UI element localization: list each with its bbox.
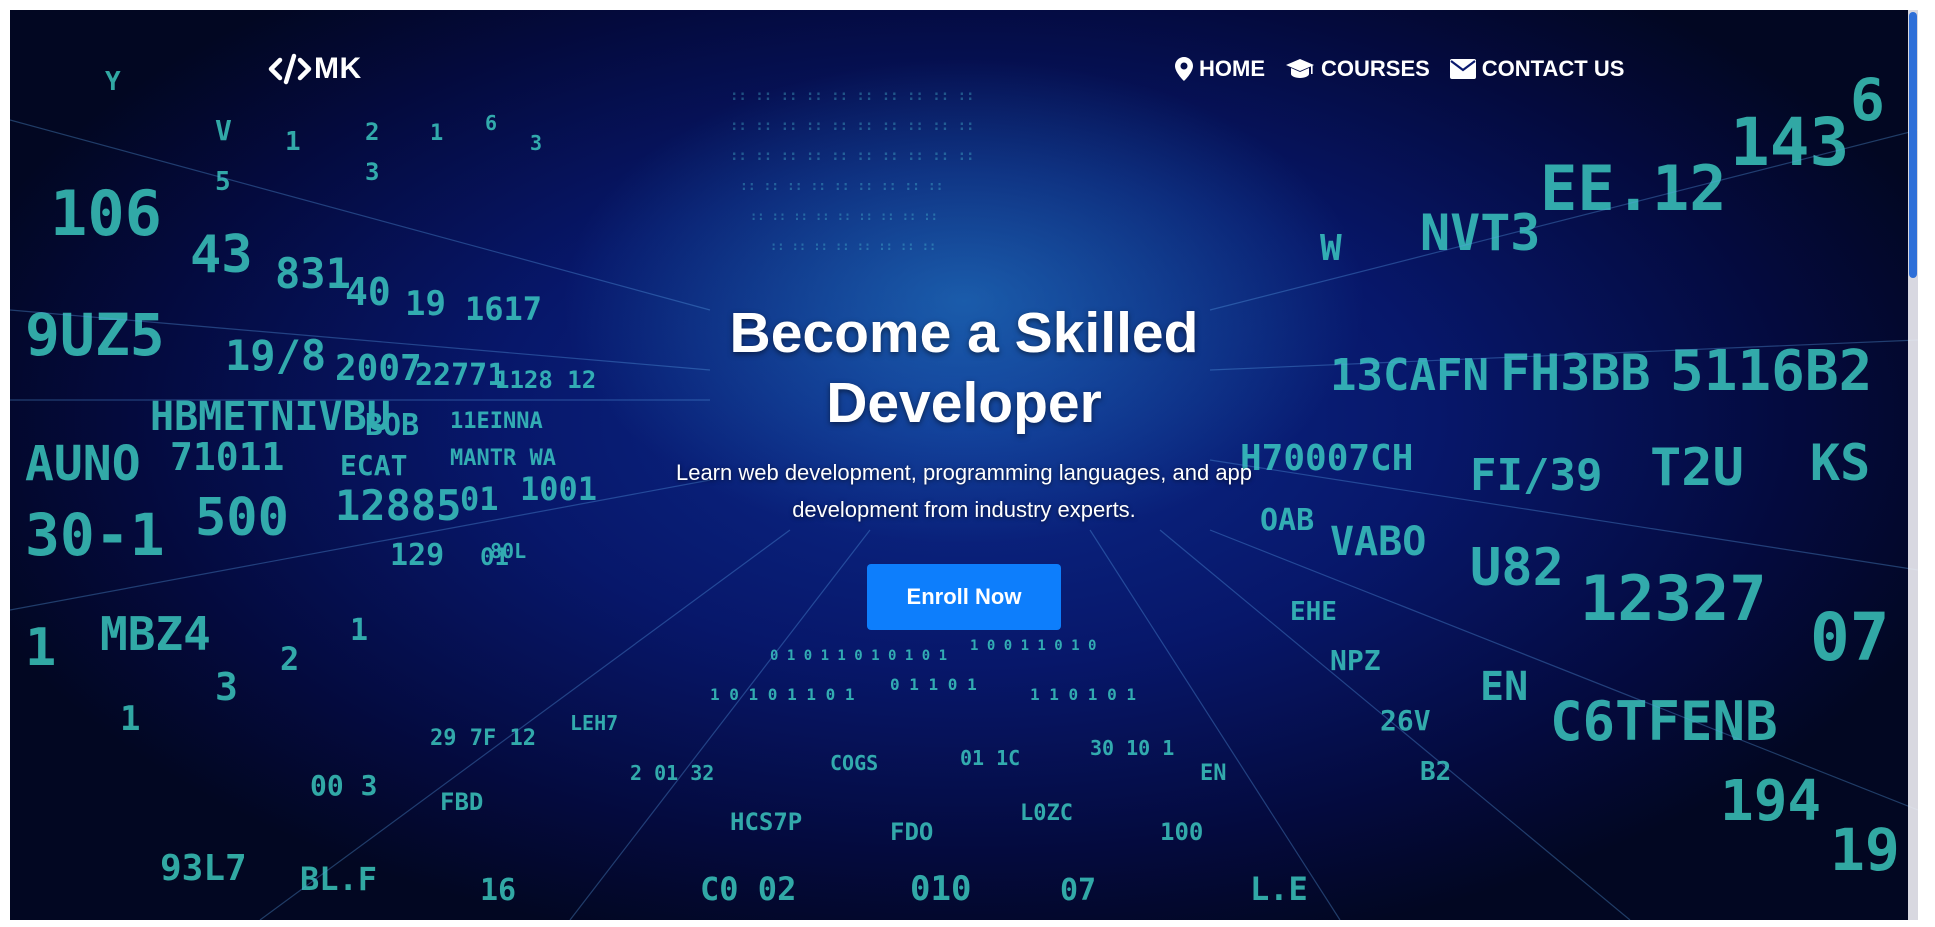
svg-text:43: 43	[190, 225, 253, 285]
svg-text:EN: EN	[1200, 761, 1227, 786]
graduation-cap-icon	[1286, 59, 1314, 78]
svg-text:100: 100	[1160, 818, 1203, 846]
svg-text:194: 194	[1720, 769, 1821, 834]
svg-text:C0 02: C0 02	[700, 870, 796, 908]
brand-name: MK	[314, 52, 362, 85]
svg-text:B2: B2	[1420, 757, 1451, 787]
brand-logo[interactable]: MK	[268, 52, 362, 86]
nav-item-label: COURSES	[1321, 56, 1430, 81]
svg-text::: :: :: :: :: :: :: ::: :: :: :: :: :: :: :: ::	[770, 239, 936, 253]
svg-text:5: 5	[215, 167, 231, 197]
svg-text:831: 831	[275, 249, 351, 298]
svg-text:2: 2	[365, 118, 379, 146]
svg-text:COGS: COGS	[830, 751, 878, 775]
svg-text::: :: :: :: :: :: :: :: ::: :: :: :: :: :: :: :: :: ::	[750, 209, 938, 223]
svg-text:29 7F 12: 29 7F 12	[430, 726, 536, 751]
svg-text:FDO: FDO	[890, 818, 933, 846]
svg-text:143: 143	[1730, 104, 1849, 181]
svg-text:EE.12: EE.12	[1540, 152, 1727, 225]
svg-text:1: 1	[430, 121, 443, 146]
nav-item-label: HOME	[1199, 56, 1265, 81]
svg-text::: :: :: :: :: :: :: :: :: ::: :: :: :: :: :: :: :: :: :: ::	[730, 118, 974, 134]
nav-menu: HOME COURSES CONTACT US	[1175, 56, 1624, 82]
svg-text:1 1 0 1 0 1: 1 1 0 1 0 1	[1030, 685, 1136, 704]
svg-text:2: 2	[280, 640, 299, 678]
svg-text:C6TFENB: C6TFENB	[1550, 690, 1778, 753]
svg-text:LEH7: LEH7	[570, 711, 618, 735]
svg-text:26V: 26V	[1380, 704, 1431, 737]
svg-text:00 3: 00 3	[310, 769, 377, 802]
svg-text:1 0 0 1 1 0 1 0: 1 0 0 1 1 0 1 0	[970, 638, 1096, 654]
svg-text:NPZ: NPZ	[1330, 644, 1381, 677]
hero-subtitle: Learn web development, programming langu…	[675, 460, 1253, 522]
svg-text::: :: :: :: :: :: :: :: :: ::: :: :: :: :: :: :: :: :: :: ::	[730, 148, 974, 164]
svg-text:3: 3	[365, 158, 379, 186]
svg-text:2 01 32: 2 01 32	[630, 761, 714, 785]
svg-text:W: W	[1320, 228, 1342, 269]
svg-text:0 1 1 0 1: 0 1 1 0 1	[890, 675, 977, 694]
svg-text:0 1 0 1 1 0 1 0 1 0 1: 0 1 0 1 1 0 1 0 1 0 1	[770, 648, 947, 664]
svg-text:6: 6	[485, 111, 497, 135]
svg-text:L.E: L.E	[1250, 870, 1308, 908]
svg-text:V: V	[215, 114, 232, 147]
svg-text:NVT3: NVT3	[1420, 204, 1540, 262]
svg-text:FBD: FBD	[440, 788, 483, 816]
svg-text:16: 16	[480, 873, 516, 908]
svg-text::: :: :: :: :: :: :: :: ::: :: :: :: :: :: :: :: :: ::	[740, 179, 944, 194]
enroll-now-button[interactable]: Enroll Now	[867, 564, 1061, 630]
svg-text:HCS7P: HCS7P	[730, 808, 802, 836]
svg-text:07: 07	[1060, 873, 1096, 908]
nav-item-home[interactable]: HOME	[1175, 56, 1265, 82]
svg-text:01 1C: 01 1C	[960, 746, 1020, 770]
nav-item-contact[interactable]: CONTACT US	[1449, 56, 1625, 82]
nav-item-label: CONTACT US	[1481, 56, 1625, 81]
code-icon	[268, 53, 312, 85]
page-frame: 106 43 831 40 19 1617 9UZ5 19/8 2007 227…	[10, 10, 1918, 920]
svg-text:3: 3	[215, 665, 238, 709]
svg-text:19: 19	[1830, 816, 1900, 884]
svg-text:1 0 1 0 1 1 0 1: 1 0 1 0 1 1 0 1	[710, 685, 855, 704]
nav-item-courses[interactable]: COURSES	[1285, 56, 1430, 82]
svg-text:30 10 1: 30 10 1	[1090, 736, 1174, 760]
svg-text:106: 106	[50, 177, 162, 250]
hero-section: Become a Skilled Developer Learn web dev…	[10, 298, 1918, 630]
hero-title: Become a Skilled Developer	[729, 301, 1199, 435]
svg-text:3: 3	[530, 131, 542, 155]
svg-text:EN: EN	[1480, 664, 1528, 710]
map-marker-icon	[1175, 57, 1193, 81]
svg-text:93L7: 93L7	[160, 848, 247, 889]
top-navbar: MK HOME COURSES CONTACT US	[10, 48, 1918, 96]
svg-text:L0ZC: L0ZC	[1020, 801, 1073, 826]
envelope-icon	[1449, 59, 1476, 79]
svg-text:BL.F: BL.F	[300, 860, 377, 898]
svg-text:010: 010	[910, 869, 971, 909]
svg-text:1: 1	[285, 127, 301, 157]
svg-text:1: 1	[120, 699, 140, 739]
